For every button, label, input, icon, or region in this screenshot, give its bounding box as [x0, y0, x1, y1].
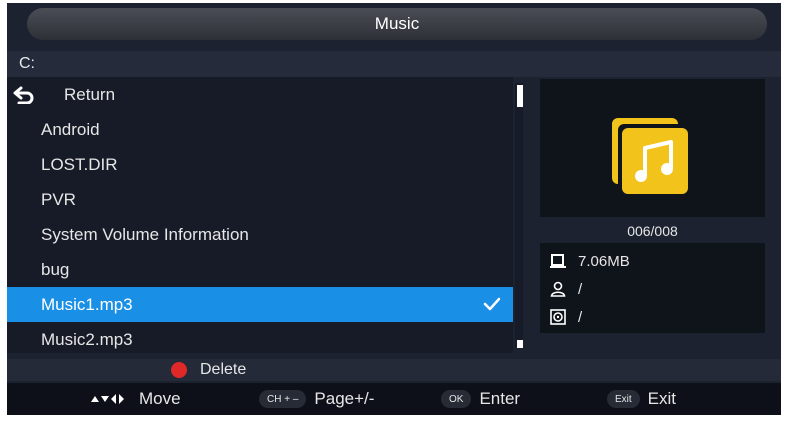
ok-key-icon: OK — [441, 390, 472, 408]
music-folder-icon — [612, 118, 688, 194]
exit-label: Exit — [647, 389, 677, 408]
music-browser-window: Music C: Return Android LOST.DIR PVR Sys… — [7, 3, 781, 415]
delete-label[interactable]: Delete — [200, 359, 246, 381]
red-button-icon — [171, 362, 187, 378]
list-item[interactable]: System Volume Information — [7, 217, 513, 252]
return-arrow-icon — [13, 86, 34, 104]
file-size-icon — [550, 254, 566, 268]
info-size-row: 7.06MB — [550, 251, 630, 271]
scrollbar-thumb[interactable] — [517, 85, 523, 107]
person-icon — [550, 281, 566, 297]
file-list: Return Android LOST.DIR PVR System Volum… — [7, 77, 513, 353]
delete-hint-bar: Delete — [7, 359, 781, 381]
list-item-label: PVR — [41, 189, 76, 209]
scrollbar[interactable] — [515, 83, 523, 347]
album-icon — [550, 309, 566, 325]
artist-value: / — [578, 280, 583, 298]
page-title: Music — [374, 14, 420, 33]
preview-panel — [540, 79, 765, 217]
help-move: Move — [89, 383, 181, 415]
exit-key-icon: Exit — [607, 390, 640, 408]
help-page: CH + – Page+/- — [259, 383, 374, 415]
list-item[interactable]: Android — [7, 112, 513, 147]
scrollbar-end-marker — [517, 340, 523, 348]
list-item[interactable]: LOST.DIR — [7, 147, 513, 182]
enter-label: Enter — [479, 389, 521, 408]
file-counter: 006/008 — [627, 223, 678, 239]
list-item-label: Android — [41, 119, 100, 139]
help-exit: Exit Exit — [607, 383, 676, 415]
page-label: Page+/- — [314, 389, 375, 408]
checkmark-icon — [483, 297, 501, 311]
list-item-label: Return — [64, 84, 116, 104]
list-item[interactable]: PVR — [7, 182, 513, 217]
file-info-panel: 7.06MB / / — [540, 243, 765, 333]
direction-arrows-icon — [91, 394, 124, 404]
info-album-row: / — [550, 307, 582, 327]
title-bar: Music — [27, 8, 767, 40]
list-item-label: Music2.mp3 — [41, 329, 133, 349]
list-item-return[interactable]: Return — [7, 77, 513, 112]
help-enter: OK Enter — [441, 383, 520, 415]
path-bar: C: — [7, 51, 781, 77]
list-item-label: LOST.DIR — [41, 154, 118, 174]
list-item-selected[interactable]: Music1.mp3 — [7, 287, 513, 322]
ch-key-icon: CH + – — [259, 390, 307, 408]
help-bar: Move CH + – Page+/- OK Enter Exit Exit — [7, 383, 781, 415]
move-label: Move — [139, 389, 181, 408]
list-item-label: Music1.mp3 — [41, 294, 133, 314]
current-path: C: — [19, 55, 35, 72]
list-item-label: bug — [41, 259, 70, 279]
album-value: / — [578, 308, 583, 326]
file-size-value: 7.06MB — [578, 252, 630, 270]
list-item[interactable]: bug — [7, 252, 513, 287]
list-item[interactable]: Music2.mp3 — [7, 322, 513, 357]
list-item-label: System Volume Information — [41, 224, 249, 244]
info-artist-row: / — [550, 279, 582, 299]
